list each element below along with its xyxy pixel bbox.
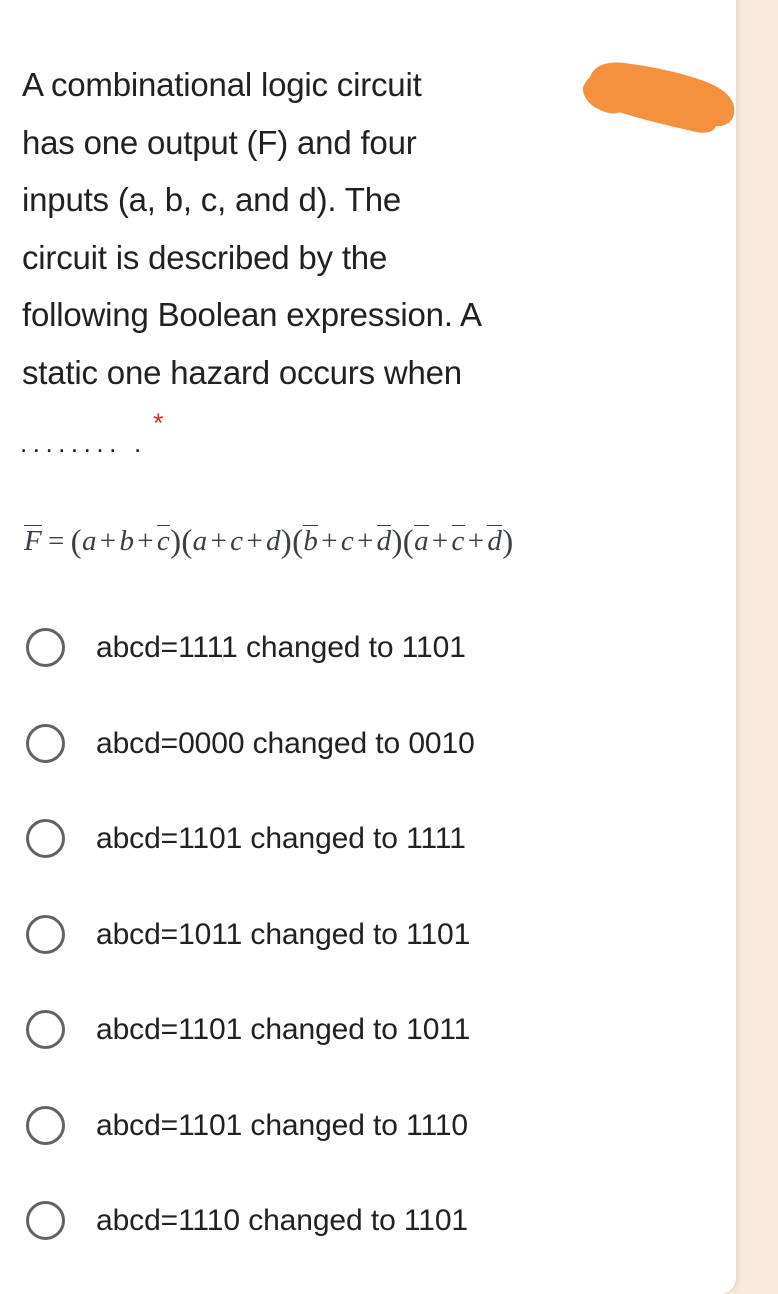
option-row[interactable]: abcd=1011 changed to 1101 (0, 887, 740, 983)
plus-sign: + (431, 525, 449, 557)
option-row[interactable]: abcd=1111 changed to 1101 (0, 600, 740, 696)
option-row[interactable]: abcd=1101 changed to 1111 (0, 791, 740, 887)
close-paren: ) (502, 524, 514, 560)
term-negated: a (414, 525, 429, 557)
radio-button-icon[interactable] (26, 628, 65, 668)
term: c (230, 525, 244, 557)
plus-sign: + (467, 525, 485, 557)
answer-options-list: abcd=1111 changed to 1101 abcd=0000 chan… (0, 600, 740, 1269)
question-line: static one hazard occurs when (22, 353, 462, 391)
radio-button-icon[interactable] (26, 723, 65, 763)
term-negated: b (303, 525, 319, 557)
option-row[interactable]: abcd=1101 changed to 1110 (0, 1078, 740, 1174)
radio-button-icon[interactable] (26, 914, 65, 954)
term-negated: c (156, 525, 171, 557)
open-paren: ( (181, 524, 193, 560)
question-line: A combinational logic circuit (22, 66, 422, 103)
close-paren: ) (170, 524, 182, 560)
option-label: abcd=1111 changed to 1101 (96, 631, 466, 665)
option-label: abcd=1101 changed to 1011 (96, 1013, 471, 1047)
boolean-expression: F = (a + b + c)(a + c + d)(b + c + d)(a + c + d) (24, 524, 513, 561)
close-paren: ) (391, 524, 403, 560)
open-paren: ( (70, 524, 82, 560)
plus-sign: + (357, 525, 374, 557)
term: d (265, 525, 281, 557)
option-label: abcd=1011 changed to 1101 (96, 917, 471, 951)
term-negated: c (451, 525, 465, 557)
option-label: abcd=1110 changed to 1101 (96, 1204, 469, 1238)
option-row[interactable]: abcd=0000 changed to 0010 (0, 696, 740, 792)
question-line: inputs (a, b, c, and d). The (22, 181, 402, 218)
option-label: abcd=1101 changed to 1110 (96, 1108, 469, 1142)
term: a (192, 525, 208, 557)
option-row[interactable]: abcd=1110 changed to 1101 (0, 1173, 740, 1269)
required-marker-row: ........ . * (20, 404, 220, 458)
plus-sign: + (321, 525, 338, 557)
option-label: abcd=1101 changed to 1111 (96, 822, 466, 856)
question-line: following Boolean expression. A (22, 296, 482, 333)
plus-sign: + (137, 525, 154, 557)
question-text: A combinational logic circuit has one ou… (22, 56, 582, 401)
radio-button-icon[interactable] (26, 1201, 65, 1241)
option-label: abcd=0000 changed to 0010 (96, 726, 475, 760)
close-paren: ) (280, 524, 293, 560)
dotted-blank: ........ (20, 428, 122, 458)
plus-sign: + (99, 525, 117, 557)
plus-sign: + (210, 525, 228, 557)
sentence-period: . (134, 428, 142, 458)
plus-sign: + (246, 525, 263, 557)
term-negated: d (487, 525, 503, 557)
term: a (81, 525, 97, 557)
required-asterisk: * (153, 408, 164, 438)
radio-button-icon[interactable] (26, 819, 65, 859)
term: c (340, 525, 355, 557)
question-line: circuit is described by the (22, 238, 388, 276)
expression-lhs: F (24, 525, 43, 557)
radio-button-icon[interactable] (26, 1010, 65, 1050)
option-row[interactable]: abcd=1101 changed to 1011 (0, 982, 740, 1078)
equals-sign: = (48, 525, 65, 557)
open-paren: ( (402, 524, 415, 560)
term: b (119, 525, 135, 557)
open-paren: ( (292, 524, 304, 560)
question-line: has one output (F) and four (22, 123, 417, 161)
term-negated: d (376, 525, 392, 557)
radio-button-icon[interactable] (26, 1105, 65, 1145)
